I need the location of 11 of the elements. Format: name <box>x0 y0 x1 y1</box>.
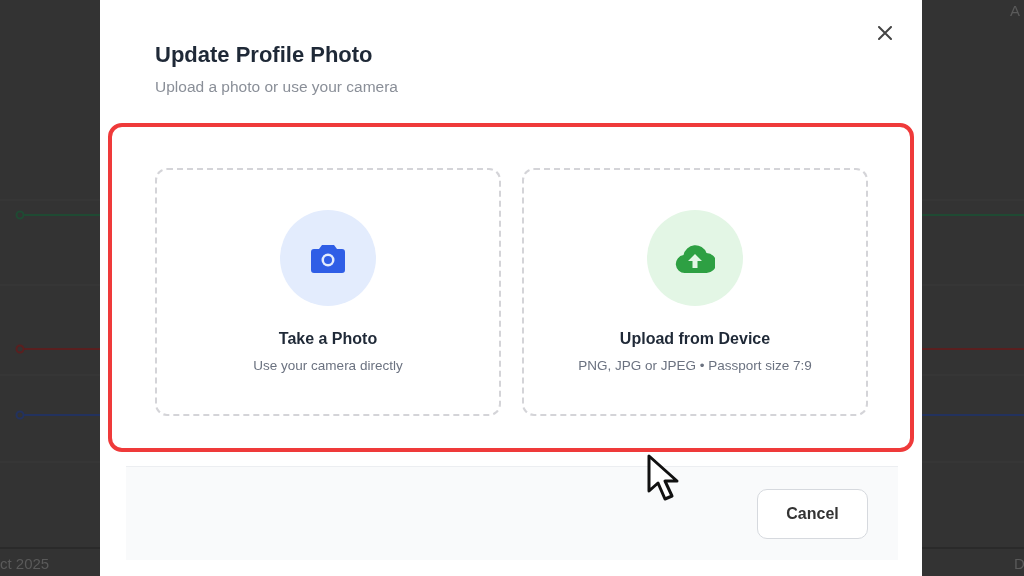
option-title: Upload from Device <box>619 330 771 348</box>
cancel-button[interactable]: Cancel <box>757 488 868 539</box>
dialog-subtitle: Upload a photo or use your camera <box>155 78 399 96</box>
dialog-title: Update Profile Photo <box>155 42 374 68</box>
option-card[interactable]: Upload from Device PNG, JPG or JPEG • Passport size 7:9 <box>522 168 868 416</box>
camera-icon <box>311 243 345 273</box>
option-description: PNG, JPG or JPEG • Passport size 7:9 <box>578 358 812 373</box>
option-description: Use your camera directly <box>253 358 403 373</box>
option-title: Take a Photo <box>278 330 378 348</box>
option-card[interactable]: Take a Photo Use your camera directly <box>155 168 501 416</box>
cloud-upload-icon <box>675 243 715 273</box>
